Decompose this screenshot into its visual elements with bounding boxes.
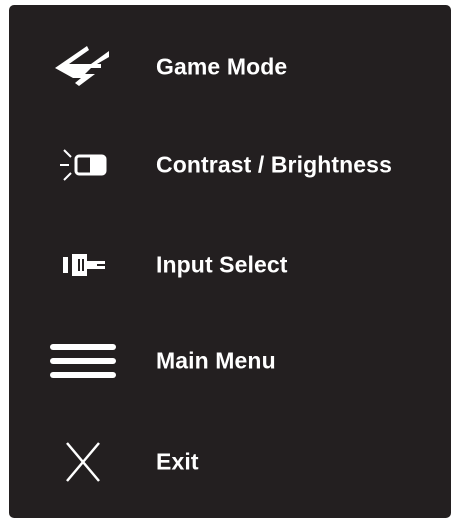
menu-item-label: Input Select bbox=[156, 251, 288, 278]
menu-item-contrast-brightness[interactable]: Contrast / Brightness bbox=[9, 120, 451, 210]
menu-item-input-select[interactable]: Input Select bbox=[9, 220, 451, 310]
menu-item-main-menu[interactable]: Main Menu bbox=[9, 316, 451, 406]
menu-item-exit[interactable]: Exit bbox=[9, 417, 451, 507]
game-mode-icon bbox=[45, 37, 121, 97]
exit-icon bbox=[45, 432, 121, 492]
input-select-icon bbox=[45, 235, 121, 295]
osd-quick-menu: Game Mode Contrast / Brightness Input Se… bbox=[9, 5, 451, 518]
menu-item-game-mode[interactable]: Game Mode bbox=[9, 22, 451, 112]
main-menu-icon bbox=[45, 331, 121, 391]
menu-item-label: Exit bbox=[156, 448, 199, 475]
menu-item-label: Contrast / Brightness bbox=[156, 151, 392, 178]
contrast-brightness-icon bbox=[45, 135, 121, 195]
menu-item-label: Main Menu bbox=[156, 347, 276, 374]
menu-item-label: Game Mode bbox=[156, 53, 288, 80]
